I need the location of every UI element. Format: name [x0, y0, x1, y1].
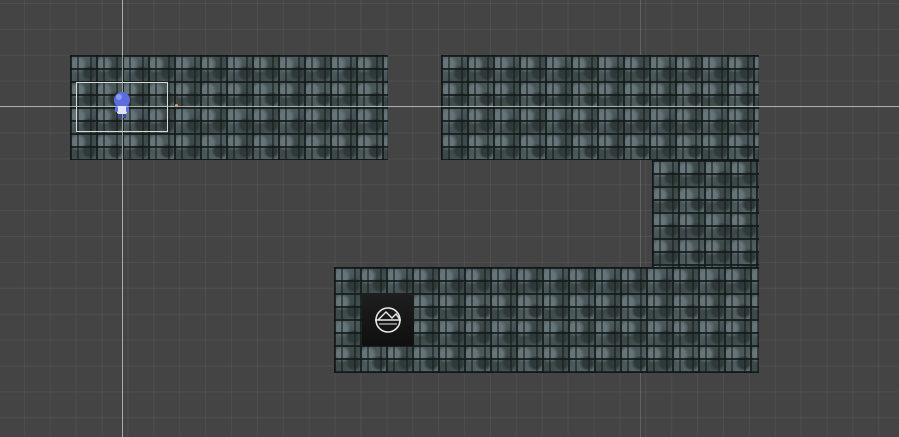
- floor-tiles-top-right[interactable]: [441, 55, 759, 160]
- player-sprite-icon: [114, 92, 130, 118]
- crosshair-vertical: [122, 0, 123, 437]
- pivot-icon: [175, 104, 178, 107]
- camera-object[interactable]: [362, 294, 414, 346]
- floor-tiles-right-column[interactable]: [652, 160, 759, 268]
- camera-gizmo-icon: [375, 307, 401, 333]
- player-sprite[interactable]: [110, 90, 134, 120]
